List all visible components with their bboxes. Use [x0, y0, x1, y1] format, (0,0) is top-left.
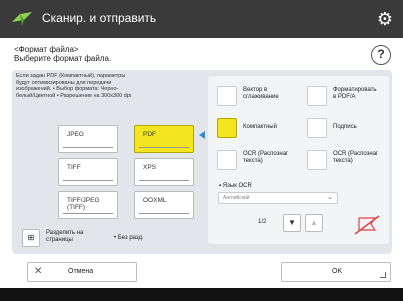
- format-jpeg-button[interactable]: JPEG: [58, 125, 118, 153]
- help-button[interactable]: ?: [371, 45, 391, 65]
- page-up-button[interactable]: ▲: [305, 214, 323, 232]
- ocr-language-select[interactable]: Английский ⌄: [218, 192, 338, 204]
- title-bar: Сканир. и отправить ⚙: [0, 0, 403, 38]
- chevron-down-icon: ⌄: [327, 194, 333, 201]
- format-pdf-button[interactable]: PDF: [134, 125, 194, 153]
- ocr-icon: [307, 150, 327, 170]
- split-icon: ⊞: [22, 229, 40, 247]
- option-label: Компактный: [243, 124, 277, 130]
- option-label: Вектор в сглаживание: [243, 87, 279, 100]
- pdfa-icon: [307, 86, 327, 106]
- ocr-language-value: Английский: [223, 195, 250, 201]
- option-label: OCR (Распознаг текста): [243, 151, 289, 164]
- page-title: Сканир. и отправить: [42, 11, 157, 25]
- ok-button[interactable]: OK: [281, 262, 391, 282]
- corner-icon: [380, 272, 386, 278]
- format-ooxml-button[interactable]: OOXML: [134, 191, 194, 219]
- format-tiff-jpeg-button[interactable]: TIFF/JPEG (TIFF): [58, 191, 118, 219]
- option-ocr-1[interactable]: OCR (Распознаг текста): [213, 146, 301, 176]
- format-label: XPS: [143, 164, 157, 171]
- cancel-label: Отмена: [68, 268, 94, 275]
- close-icon: ✕: [34, 266, 43, 277]
- format-label: PDF: [143, 131, 156, 138]
- subtitle-line2: Выберите формат файла.: [14, 54, 112, 63]
- info-text: Если задан PDF (Компактный), параметры б…: [16, 73, 132, 99]
- split-pages-control[interactable]: ⊞ Разделить на страницы • Без разд.: [22, 227, 162, 249]
- split-label: Разделить на страницы: [46, 230, 84, 243]
- format-label: JPEG: [67, 131, 84, 138]
- option-label: Форматировать в PDF/A: [333, 87, 377, 100]
- option-label: Подпись: [333, 124, 357, 130]
- option-pdfa[interactable]: Форматировать в PDF/A: [303, 82, 391, 112]
- ocr-icon: [217, 150, 237, 170]
- ocr-language-label: ▪ Язык OCR: [219, 183, 252, 189]
- status-strip: [0, 288, 403, 301]
- format-xps-button[interactable]: XPS: [134, 158, 194, 186]
- option-vector[interactable]: Вектор в сглаживание: [213, 82, 301, 112]
- instruction-text: <Формат файла> Выберите формат файла.: [14, 45, 111, 63]
- signature-icon: [307, 118, 327, 138]
- option-label: OCR (Распознаг текста): [333, 151, 379, 164]
- page-down-button[interactable]: ▼: [283, 214, 301, 232]
- split-value: • Без разд.: [114, 235, 144, 241]
- selected-arrow-icon: [199, 131, 205, 139]
- ok-label: OK: [332, 268, 343, 275]
- option-compact[interactable]: Компактный: [213, 114, 301, 144]
- format-label: OOXML: [143, 197, 167, 204]
- cancel-button[interactable]: ✕ Отмена: [27, 262, 137, 282]
- format-tiff-button[interactable]: TIFF: [58, 158, 118, 186]
- vector-icon: [217, 86, 237, 106]
- format-label: TIFF/JPEG (TIFF): [67, 197, 100, 211]
- option-signature[interactable]: Подпись: [303, 114, 391, 144]
- compact-icon: [217, 118, 237, 138]
- subtitle-line1: <Формат файла>: [14, 45, 79, 54]
- disabled-feature-icon: [354, 215, 380, 235]
- gear-icon[interactable]: ⚙: [375, 9, 395, 29]
- option-ocr-2[interactable]: OCR (Распознаг текста): [303, 146, 391, 176]
- scan-send-icon: [12, 12, 32, 26]
- format-label: TIFF: [67, 164, 81, 171]
- page-indicator: 1/2: [258, 219, 267, 225]
